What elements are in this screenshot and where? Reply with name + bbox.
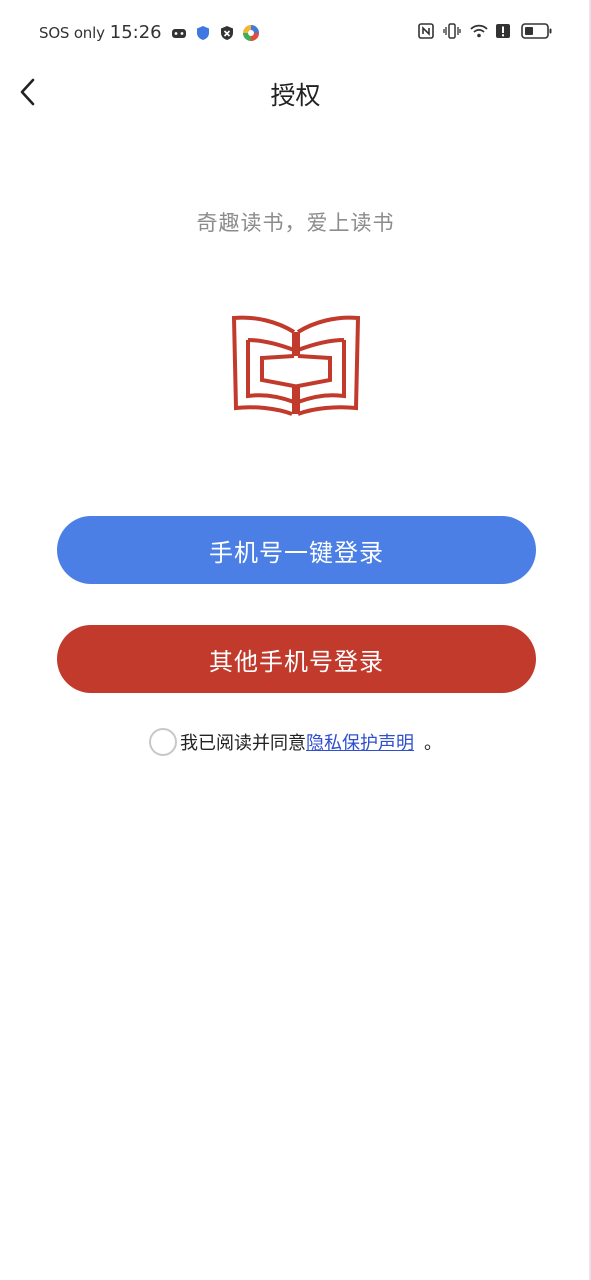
slogan-text: 奇趣读书，爱上读书 [196,211,395,235]
privacy-agreement: 我已阅读并同意 隐私保护声明 。 [0,728,591,756]
privacy-policy-link[interactable]: 隐私保护声明 [306,729,414,755]
vibrate-icon [443,22,461,40]
open-book-logo [228,310,364,422]
agreement-prefix: 我已阅读并同意 [180,733,306,754]
status-icons-left [170,24,260,42]
other-phone-login-button[interactable]: 其他手机号登录 [57,625,536,693]
wifi-icon [469,22,488,40]
shield-icon [194,24,212,42]
status-bar-right [417,22,553,40]
status-bar: SOS only 15:26 [0,0,591,66]
battery-icon [521,22,553,40]
agreement-suffix: 。 [424,733,442,754]
game-controller-icon [170,24,188,42]
carrier-text: SOS only [39,23,105,42]
status-bar-left: SOS only 15:26 [39,22,260,43]
alert-icon [495,22,513,40]
agree-checkbox[interactable] [149,728,177,756]
clock-time: 15:26 [109,22,162,43]
nfc-icon [417,22,435,40]
security-icon [218,24,236,42]
app-colorful-icon [242,24,260,42]
one-key-login-button[interactable]: 手机号一键登录 [57,516,536,584]
page-title: 授权 [270,81,321,110]
app-header: 授权 [0,66,591,122]
